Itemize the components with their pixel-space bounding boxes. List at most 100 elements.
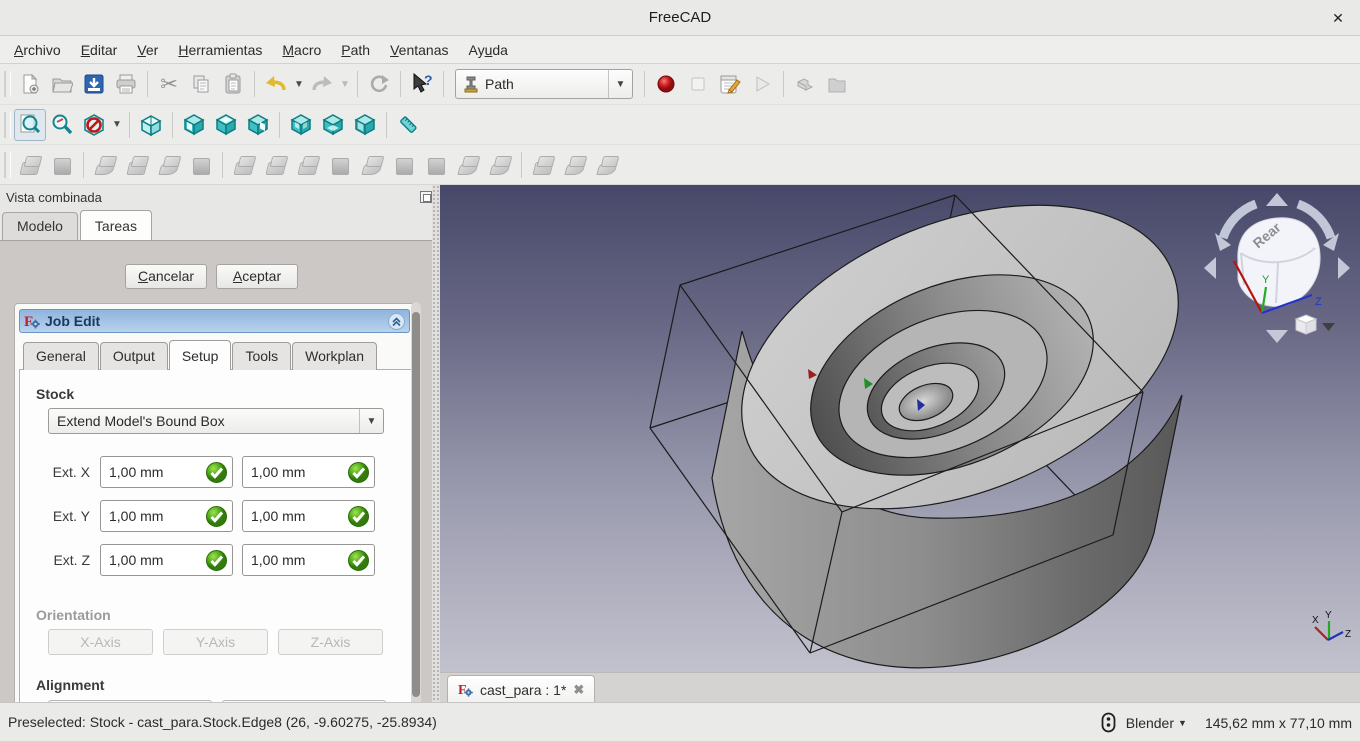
menu-herramientas[interactable]: Herramientas bbox=[168, 38, 272, 62]
valid-check-icon bbox=[347, 549, 370, 572]
collapse-button[interactable] bbox=[388, 313, 405, 330]
draw-style-icon[interactable] bbox=[78, 109, 110, 141]
tab-output[interactable]: Output bbox=[100, 342, 168, 370]
menu-ventanas[interactable]: Ventanas bbox=[380, 38, 458, 62]
copy-operation-icon[interactable] bbox=[559, 149, 591, 181]
navigation-style-selector[interactable]: Blender ▼ bbox=[1126, 715, 1187, 731]
face-mill-icon[interactable] bbox=[324, 149, 356, 181]
inspect-gcode-icon[interactable] bbox=[89, 149, 121, 181]
save-icon[interactable] bbox=[78, 68, 110, 100]
macro-edit-icon[interactable] bbox=[714, 68, 746, 100]
cancel-button[interactable]: Cancelar bbox=[125, 264, 207, 289]
left-view-icon[interactable] bbox=[349, 109, 381, 141]
toolbit-library-icon[interactable] bbox=[185, 149, 217, 181]
tab-workplan[interactable]: Workplan bbox=[292, 342, 377, 370]
tab-general[interactable]: General bbox=[23, 342, 99, 370]
profile-icon[interactable] bbox=[228, 149, 260, 181]
draw-style-caret-icon[interactable]: ▼ bbox=[110, 109, 124, 141]
tab-tools[interactable]: Tools bbox=[232, 342, 291, 370]
array-icon[interactable] bbox=[527, 149, 559, 181]
top-view-icon[interactable] bbox=[210, 109, 242, 141]
menu-archivo[interactable]: Archivo bbox=[4, 38, 71, 62]
print-icon[interactable] bbox=[110, 68, 142, 100]
ext-y-neg-input[interactable]: 1,00 mm bbox=[100, 500, 233, 532]
deburr-icon[interactable] bbox=[420, 149, 452, 181]
ext-z-label: Ext. Z bbox=[34, 552, 90, 568]
macro-play-icon[interactable] bbox=[746, 68, 778, 100]
documents-folder-icon[interactable] bbox=[821, 68, 853, 100]
menu-path[interactable]: Path bbox=[331, 38, 380, 62]
valid-check-icon bbox=[205, 549, 228, 572]
nav-settings-cube-icon[interactable] bbox=[1296, 315, 1316, 334]
macro-record-icon[interactable] bbox=[650, 68, 682, 100]
document-tab-close-icon[interactable]: ✖ bbox=[573, 682, 584, 698]
z-axis-button[interactable]: Z-Axis bbox=[278, 629, 383, 655]
dock-overlay-icon[interactable] bbox=[789, 68, 821, 100]
measure-icon[interactable] bbox=[392, 109, 424, 141]
whatsthis-icon[interactable]: ? bbox=[406, 68, 438, 100]
status-bar: Preselected: Stock - cast_para.Stock.Edg… bbox=[0, 702, 1360, 741]
fit-all-icon[interactable] bbox=[14, 109, 46, 141]
copy-icon[interactable] bbox=[185, 68, 217, 100]
document-tab-strip: F cast_para : 1* ✖ bbox=[440, 672, 1360, 702]
refresh-icon[interactable] bbox=[363, 68, 395, 100]
panel-float-icon[interactable] bbox=[420, 191, 432, 203]
status-message: Preselected: Stock - cast_para.Stock.Edg… bbox=[8, 714, 437, 730]
menu-bar: Archivo Editar Ver Herramientas Macro Pa… bbox=[0, 36, 1360, 64]
ext-y-row: Ext. Y 1,00 mm 1,00 mm bbox=[20, 500, 400, 533]
document-tab[interactable]: F cast_para : 1* ✖ bbox=[447, 675, 595, 703]
job-icon[interactable] bbox=[14, 149, 46, 181]
engrave-icon[interactable] bbox=[388, 149, 420, 181]
stock-type-select[interactable]: Extend Model's Bound Box ▼ bbox=[48, 408, 384, 434]
menu-ver[interactable]: Ver bbox=[127, 38, 168, 62]
cut-icon[interactable]: ✂ bbox=[153, 68, 185, 100]
open-folder-icon[interactable] bbox=[46, 68, 78, 100]
scrollbar-thumb[interactable] bbox=[412, 312, 420, 697]
pocket-icon[interactable] bbox=[260, 149, 292, 181]
bottom-view-icon[interactable] bbox=[317, 109, 349, 141]
3d-viewport[interactable]: Rear Y Z X Y Z bbox=[440, 185, 1360, 672]
redo-caret-icon[interactable]: ▼ bbox=[338, 68, 352, 100]
toolbit-icon[interactable] bbox=[153, 149, 185, 181]
rear-view-icon[interactable] bbox=[285, 109, 317, 141]
toolcontroller-icon[interactable] bbox=[121, 149, 153, 181]
panel-splitter[interactable] bbox=[432, 185, 440, 702]
task-scrollbar[interactable] bbox=[411, 302, 421, 702]
freecad-window: FreeCAD ✕ Archivo Editar Ver Herramienta… bbox=[0, 0, 1360, 741]
tab-modelo[interactable]: Modelo bbox=[2, 212, 78, 240]
new-document-icon[interactable] bbox=[14, 68, 46, 100]
pocket-shape-icon[interactable] bbox=[292, 149, 324, 181]
workbench-selector[interactable]: Path ▼ bbox=[455, 69, 633, 99]
job-edit-header[interactable]: F Job Edit bbox=[19, 309, 410, 333]
toolbar-view: ▼ bbox=[0, 105, 1360, 145]
accept-button[interactable]: Aceptar bbox=[216, 264, 298, 289]
undo-caret-icon[interactable]: ▼ bbox=[292, 68, 306, 100]
menu-ayuda[interactable]: Ayuda bbox=[458, 38, 517, 62]
x-axis-button[interactable]: X-Axis bbox=[48, 629, 153, 655]
macro-stop-icon[interactable] bbox=[682, 68, 714, 100]
axonometric-view-icon[interactable] bbox=[135, 109, 167, 141]
ext-y-pos-input[interactable]: 1,00 mm bbox=[242, 500, 375, 532]
post-process-icon[interactable] bbox=[46, 149, 78, 181]
right-view-icon[interactable] bbox=[242, 109, 274, 141]
redo-icon[interactable] bbox=[306, 68, 338, 100]
job-edit-title: Job Edit bbox=[45, 313, 100, 329]
tab-setup[interactable]: Setup bbox=[169, 340, 232, 370]
vcarve-icon[interactable] bbox=[484, 149, 516, 181]
ext-z-pos-input[interactable]: 1,00 mm bbox=[242, 544, 375, 576]
menu-macro[interactable]: Macro bbox=[272, 38, 331, 62]
undo-icon[interactable] bbox=[260, 68, 292, 100]
menu-editar[interactable]: Editar bbox=[71, 38, 128, 62]
y-axis-button[interactable]: Y-Axis bbox=[163, 629, 268, 655]
paste-icon[interactable] bbox=[217, 68, 249, 100]
ext-x-neg-input[interactable]: 1,00 mm bbox=[100, 456, 233, 488]
front-view-icon[interactable] bbox=[178, 109, 210, 141]
adaptive-icon[interactable] bbox=[452, 149, 484, 181]
window-close-button[interactable]: ✕ bbox=[1328, 8, 1348, 28]
zoom-icon[interactable] bbox=[46, 109, 78, 141]
drilling-icon[interactable] bbox=[356, 149, 388, 181]
simulator-icon[interactable] bbox=[591, 149, 623, 181]
ext-z-neg-input[interactable]: 1,00 mm bbox=[100, 544, 233, 576]
tab-tareas[interactable]: Tareas bbox=[80, 210, 152, 240]
ext-x-pos-input[interactable]: 1,00 mm bbox=[242, 456, 375, 488]
